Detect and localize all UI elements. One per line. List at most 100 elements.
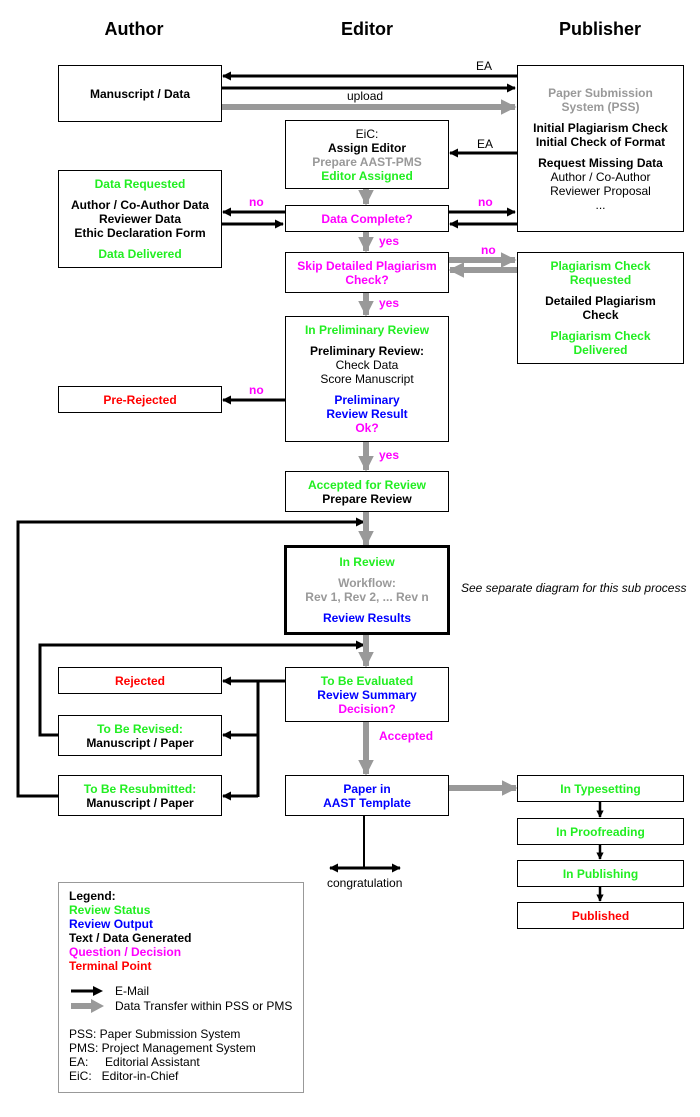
box-text-line: Review Result (326, 407, 408, 421)
label-no-left: no (249, 195, 264, 209)
box-text-line: In Publishing (562, 866, 639, 881)
box-text-line: Manuscript / Paper (86, 795, 194, 810)
box-text-line: Data Delivered (98, 247, 182, 261)
legend-review-output: Review Output (69, 917, 154, 931)
box-text-line: Editor Assigned (321, 168, 413, 183)
box-text-line: Accepted for Review (307, 477, 427, 492)
box-text-line: Review Results (322, 611, 412, 625)
legend-review-status: Review Status (69, 903, 151, 917)
box-text-line: Paper Submission (548, 85, 653, 100)
label-no-plagiarism: no (481, 243, 496, 257)
legend-abbr-pss: PSS: Paper Submission System (69, 1027, 241, 1041)
plagiarism-check-box: Plagiarism Check Requested Detailed Plagia… (517, 252, 684, 364)
in-typesetting-box: In Typesetting (517, 775, 684, 802)
box-text-line: Prepare AAST-PMS (312, 154, 422, 169)
legend-transfer: Data Transfer within PSS or PMS (115, 998, 293, 1013)
pss-box: Paper Submission System (PSS) Initial Plag… (517, 65, 684, 232)
to-be-resubmitted-box: To Be Resubmitted: Manuscript / Paper (58, 775, 222, 816)
box-text-line: Plagiarism Check (550, 329, 651, 343)
pre-rejected-box: Pre-Rejected (58, 386, 222, 413)
box-text-line: Prepare Review (322, 491, 412, 506)
rejected-box: Rejected (58, 667, 222, 694)
box-text-line: Review Summary (317, 687, 417, 702)
preliminary-review-box: In Preliminary Review Preliminary Review:… (285, 316, 449, 442)
accepted-for-review-box: Accepted for Review Prepare Review (285, 471, 449, 512)
box-text-line: Rejected (114, 673, 166, 688)
label-upload: upload (347, 89, 384, 103)
legend: Legend: Review Status Review Output Text… (58, 882, 304, 1093)
decision-branch-line (256, 679, 285, 797)
legend-terminal: Terminal Point (69, 959, 152, 973)
legend-text-data: Text / Data Generated (69, 931, 192, 945)
box-text-line: Assign Editor (327, 140, 406, 155)
data-complete-decision: Data Complete? (285, 205, 449, 232)
legend-title: Legend: (69, 889, 116, 903)
label-ea-mid: EA (477, 137, 494, 151)
label-ea-top: EA (476, 59, 493, 73)
skip-plagiarism-decision: Skip Detailed Plagiarism Check? (285, 252, 449, 293)
box-text-line: Initial Plagiarism Check (533, 120, 668, 135)
box-text-line: Plagiarism Check (550, 259, 651, 273)
box-text-line: Decision? (338, 701, 396, 716)
box-text-line: To Be Evaluated (320, 673, 414, 688)
box-text-line: Paper in (343, 781, 391, 796)
manuscript-data-box: Manuscript / Data (58, 65, 222, 122)
box-text-line: In Proofreading (556, 824, 645, 839)
box-text-line: Data Complete? (321, 211, 413, 226)
box-text-line: In Typesetting (560, 781, 641, 796)
label-yes-2: yes (379, 296, 400, 310)
box-text-line: Author / Co-Author Data (71, 198, 209, 212)
label-yes-1: yes (379, 234, 400, 248)
in-review-box: In Review Workflow: Rev 1, Rev 2, ... Rev … (284, 545, 450, 635)
box-text-line: Request Missing Data (538, 155, 663, 170)
label-congratulation: congratulation (327, 876, 403, 890)
box-text-line: Rev 1, Rev 2, ... Rev n (305, 590, 429, 604)
in-proofreading-box: In Proofreading (517, 818, 684, 845)
paper-in-template-box: Paper in AAST Template (285, 775, 449, 816)
box-text-line: Data Requested (94, 177, 186, 191)
box-text-line: Manuscript / Paper (86, 735, 194, 750)
data-requested-box: Data Requested Author / Co-Author Data Rev… (58, 170, 222, 268)
box-text-line: Initial Check of Format (535, 134, 666, 149)
box-text-line: Workflow: (338, 576, 396, 590)
box-text-line: Manuscript / Data (89, 86, 191, 101)
box-text-line: Ok? (355, 421, 379, 435)
box-text-line: Detailed Plagiarism (545, 294, 656, 308)
box-text-line: ... (595, 197, 606, 212)
label-accepted: Accepted (379, 729, 434, 743)
box-text-line: Preliminary (334, 393, 400, 407)
to-be-evaluated-box: To Be Evaluated Review Summary Decision? (285, 667, 449, 722)
legend-abbr-ea: EA: Editorial Assistant (69, 1055, 200, 1069)
transfer-arrow-icon (71, 998, 104, 1013)
in-publishing-box: In Publishing (517, 860, 684, 887)
box-text-line: Ethic Declaration Form (74, 226, 206, 240)
box-text-line: In Preliminary Review (304, 323, 430, 337)
box-text-line: AAST Template (323, 795, 411, 810)
email-arrow-icon (71, 985, 103, 996)
box-text-line: Requested (569, 273, 632, 287)
legend-abbr-eic: EiC: Editor-in-Chief (69, 1069, 179, 1083)
box-text-line: Reviewer Data (98, 212, 182, 226)
box-text-line: Check? (345, 272, 389, 287)
box-text-line: In Review (339, 555, 395, 569)
legend-question: Question / Decision (69, 945, 182, 959)
legend-email: E-Mail (115, 983, 150, 998)
legend-transfer-row: Data Transfer within PSS or PMS (69, 998, 303, 1013)
box-text-line: Score Manuscript (320, 372, 414, 386)
box-text-line: Skip Detailed Plagiarism (297, 258, 437, 273)
box-text-line: To Be Resubmitted: (83, 781, 197, 796)
label-no-right: no (478, 195, 493, 209)
box-text-line: Author / Co-Author (550, 169, 651, 184)
box-text-line: To Be Revised: (97, 721, 183, 736)
legend-email-row: E-Mail (69, 983, 303, 998)
box-text-line: EiC: (355, 126, 379, 141)
eic-assign-editor-box: EiC: Assign Editor Prepare AAST-PMS Editor … (285, 120, 449, 189)
legend-abbr-pms: PMS: Project Management System (69, 1041, 256, 1055)
box-text-line: Published (571, 908, 630, 923)
box-text-line: Preliminary Review: (309, 344, 425, 358)
label-yes-3: yes (379, 448, 400, 462)
box-text-line: Check (582, 308, 619, 322)
published-box: Published (517, 902, 684, 929)
box-text-line: Check Data (335, 358, 399, 372)
box-text-line: Pre-Rejected (103, 392, 177, 407)
